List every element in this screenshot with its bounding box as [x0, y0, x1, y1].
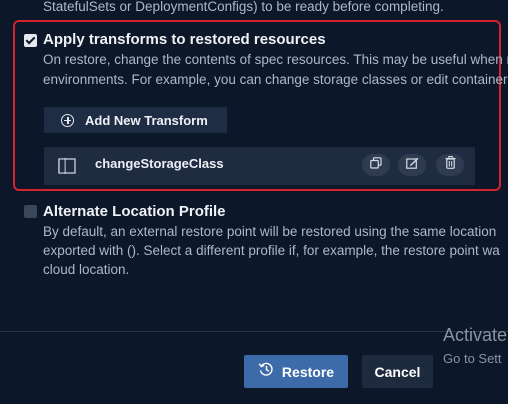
footer-divider — [0, 331, 508, 332]
activation-watermark-title: Activate — [443, 325, 508, 345]
restore-options-panel: StatefulSets or DeploymentConfigs) to be… — [0, 0, 508, 404]
apply-transforms-checkbox[interactable] — [24, 34, 37, 47]
apply-transforms-description-line-1: On restore, change the contents of spec … — [43, 52, 508, 67]
restore-button-label: Restore — [281, 363, 335, 380]
alternate-location-description-line-2: exported with (). Select a different pro… — [43, 243, 500, 258]
edit-transform-button[interactable] — [398, 154, 426, 176]
apply-transforms-description-line-2: environments. For example, you can chang… — [43, 72, 508, 87]
add-new-transform-label: Add New Transform — [85, 112, 208, 128]
cancel-button-label: Cancel — [374, 363, 421, 380]
delete-transform-button[interactable] — [436, 154, 464, 176]
alternate-location-checkbox[interactable] — [24, 205, 37, 218]
apply-transforms-heading: Apply transforms to restored resources — [43, 31, 326, 48]
restore-icon — [258, 361, 274, 382]
transform-row: changeStorageClass — [44, 147, 475, 185]
copy-transform-button[interactable] — [362, 154, 390, 176]
restore-button[interactable]: Restore — [244, 355, 348, 388]
previous-section-description: StatefulSets or DeploymentConfigs) to be… — [43, 0, 444, 14]
cancel-button[interactable]: Cancel — [362, 355, 433, 388]
activation-watermark-subtitle: Go to Sett — [443, 351, 502, 366]
trash-icon — [445, 156, 456, 174]
transform-name: changeStorageClass — [95, 156, 224, 171]
edit-icon — [405, 156, 419, 174]
alternate-location-heading: Alternate Location Profile — [43, 203, 226, 220]
add-new-transform-button[interactable]: Add New Transform — [44, 107, 227, 133]
split-panel-icon — [58, 158, 76, 179]
alternate-location-description-line-3: cloud location. — [43, 262, 130, 277]
add-circle-icon — [61, 113, 74, 127]
alternate-location-description-line-1: By default, an external restore point wi… — [43, 224, 497, 239]
copy-icon — [370, 156, 382, 174]
